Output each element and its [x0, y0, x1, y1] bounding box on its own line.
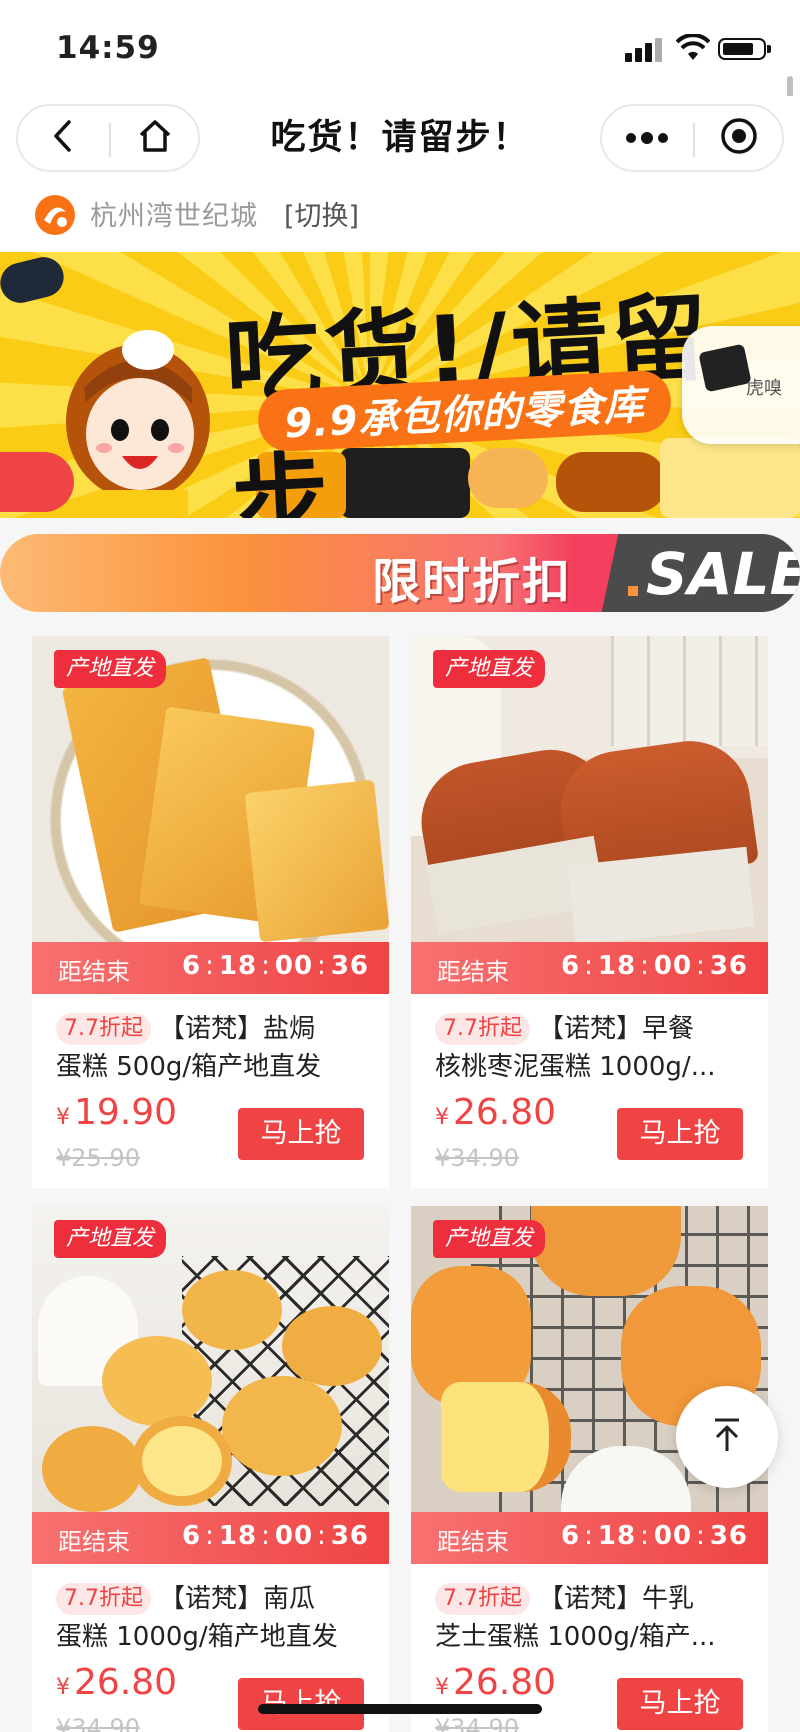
countdown-label: 距结束: [437, 1528, 509, 1556]
product-price: ¥26.80: [435, 1662, 557, 1703]
home-button[interactable]: [110, 106, 200, 170]
signal-icon: [625, 36, 665, 62]
original-price: ¥34.90: [435, 1714, 519, 1732]
location-logo-icon: [34, 194, 76, 236]
origin-tag: 产地直发: [433, 1220, 546, 1258]
home-indicator[interactable]: [258, 1704, 542, 1714]
countdown-bar: 距结束 6:18:00:36: [32, 1512, 389, 1564]
product-card[interactable]: 产地直发 距结束 6:18:00:36 7.7折起 【诺梵】盐焗 蛋糕 500g/箱…: [32, 636, 389, 1188]
sale-section-header: 限时折扣 SALE: [0, 534, 800, 612]
hotdog-image: [0, 252, 68, 308]
origin-tag: 产地直发: [54, 1220, 167, 1258]
discount-badge: 7.7折起: [56, 1013, 151, 1045]
countdown-label: 距结束: [58, 1528, 130, 1556]
product-title[interactable]: 7.7折起 【诺梵】早餐 核桃枣泥蛋糕 1000g/...: [435, 1010, 751, 1086]
countdown-label: 距结束: [437, 958, 509, 986]
more-icon: [625, 129, 669, 148]
close-miniprogram-button[interactable]: [694, 106, 784, 170]
sale-title: 限时折扣: [372, 554, 573, 610]
discount-badge: 7.7折起: [56, 1583, 151, 1615]
page-title: 吃货！请留步！: [270, 118, 530, 158]
location-city: 杭州湾世纪城: [90, 201, 258, 232]
original-price: ¥34.90: [435, 1144, 519, 1172]
discount-badge: 7.7折起: [435, 1013, 530, 1045]
product-title[interactable]: 7.7折起 【诺梵】南瓜 蛋糕 1000g/箱产地直发: [56, 1580, 372, 1656]
countdown-timer: 6:18:00:36: [561, 951, 748, 981]
product-title[interactable]: 7.7折起 【诺梵】牛乳 芝士蛋糕 1000g/箱产...: [435, 1580, 751, 1656]
back-button[interactable]: [18, 106, 108, 170]
sale-tag-dot: [628, 586, 638, 596]
sale-tag-text: SALE: [646, 540, 800, 608]
product-price: ¥26.80: [56, 1662, 178, 1703]
countdown-timer: 6:18:00:36: [561, 1521, 748, 1551]
ad-logo-icon: [698, 343, 752, 393]
product-image[interactable]: 产地直发: [32, 636, 389, 942]
product-image[interactable]: 产地直发: [411, 636, 768, 942]
floating-ad-text: 虎嗅: [746, 378, 782, 399]
location-bar: 杭州湾世纪城 [切换]: [0, 180, 800, 252]
product-card[interactable]: 产地直发 距结束 6:18:00:36 7.7折起 【诺梵】南瓜 蛋糕 1000g/…: [32, 1206, 389, 1732]
countdown-label: 距结束: [58, 958, 130, 986]
discount-badge: 7.7折起: [435, 1583, 530, 1615]
back-to-top-button[interactable]: [676, 1386, 778, 1488]
countdown-timer: 6:18:00:36: [182, 1521, 369, 1551]
product-price: ¥19.90: [56, 1092, 178, 1133]
more-button[interactable]: [602, 106, 692, 170]
cartoon-girl-image: [58, 322, 238, 518]
origin-tag: 产地直发: [54, 650, 167, 688]
salad-bowl-image: [0, 452, 74, 512]
back-icon: [51, 119, 75, 157]
nav-bar: 吃货！请留步！: [0, 96, 800, 180]
location-switch-link[interactable]: [切换]: [284, 194, 359, 233]
product-image[interactable]: 产地直发: [32, 1206, 389, 1512]
status-time: 14:59: [56, 30, 160, 66]
countdown-bar: 距结束 6:18:00:36: [411, 1512, 768, 1564]
countdown-timer: 6:18:00:36: [182, 951, 369, 981]
product-card[interactable]: 产地直发 距结束 6:18:00:36 7.7折起 【诺梵】早餐 核桃枣泥蛋糕 10…: [411, 636, 768, 1188]
buy-now-button[interactable]: 马上抢: [617, 1678, 743, 1730]
countdown-bar: 距结束 6:18:00:36: [411, 942, 768, 994]
original-price: ¥25.90: [56, 1144, 140, 1172]
home-icon: [137, 119, 173, 157]
product-price: ¥26.80: [435, 1092, 557, 1133]
original-price: ¥34.90: [56, 1714, 140, 1732]
battery-icon: [718, 38, 771, 60]
nav-capsule-right: [600, 104, 784, 172]
back-to-top-icon: [707, 1415, 747, 1459]
product-title[interactable]: 7.7折起 【诺梵】盐焗 蛋糕 500g/箱产地直发: [56, 1010, 372, 1086]
origin-tag: 产地直发: [433, 650, 546, 688]
buy-now-button[interactable]: 马上抢: [238, 1108, 364, 1160]
countdown-bar: 距结束 6:18:00:36: [32, 942, 389, 994]
floating-ad[interactable]: 虎嗅: [682, 326, 800, 444]
wifi-icon: [675, 33, 711, 62]
promo-banner[interactable]: 吃货!/请留步 9.9承包你的零食库: [0, 252, 800, 518]
buy-now-button[interactable]: 马上抢: [617, 1108, 743, 1160]
close-capsule-icon: [720, 117, 758, 159]
status-bar: 14:59: [0, 0, 800, 96]
nav-capsule-left: [16, 104, 200, 172]
